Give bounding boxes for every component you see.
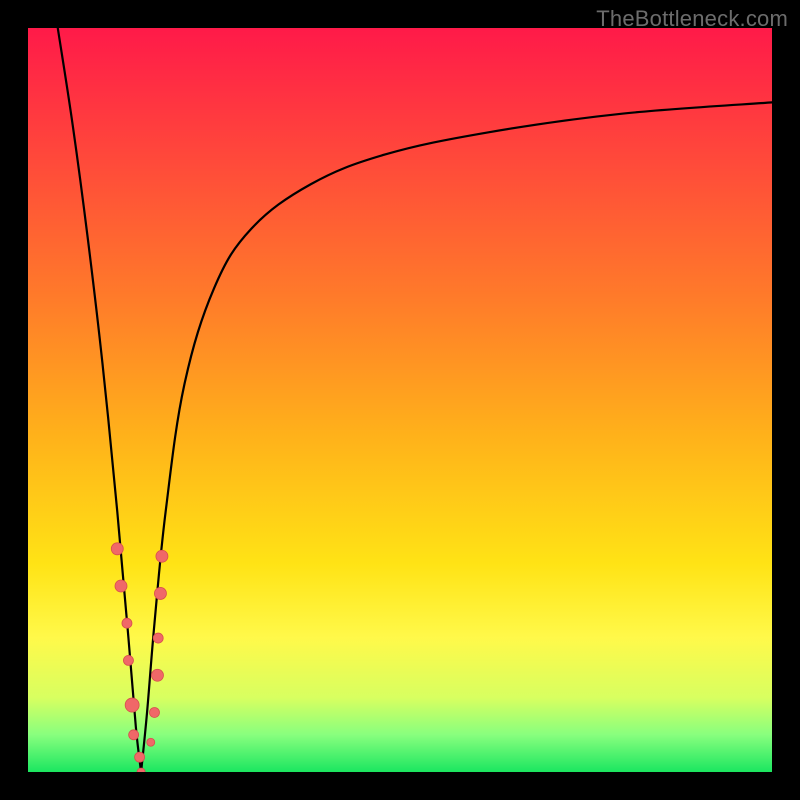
- scatter-dot: [135, 752, 145, 762]
- chart-svg: [28, 28, 772, 772]
- scatter-dot: [123, 655, 133, 665]
- scatter-dot: [129, 730, 139, 740]
- scatter-dot: [151, 669, 163, 681]
- scatter-dot: [115, 580, 127, 592]
- scatter-dot: [125, 698, 139, 712]
- scatter-dot: [149, 707, 159, 717]
- scatter-dot: [156, 550, 168, 562]
- watermark-text: TheBottleneck.com: [596, 6, 788, 32]
- scatter-dot: [153, 633, 163, 643]
- scatter-dot: [137, 768, 145, 772]
- scatter-dot: [122, 618, 132, 628]
- chart-plot-area: [28, 28, 772, 772]
- scatter-dot: [154, 587, 166, 599]
- series-right-branch: [141, 102, 772, 772]
- scatter-dot: [147, 738, 155, 746]
- scatter-dot: [111, 543, 123, 555]
